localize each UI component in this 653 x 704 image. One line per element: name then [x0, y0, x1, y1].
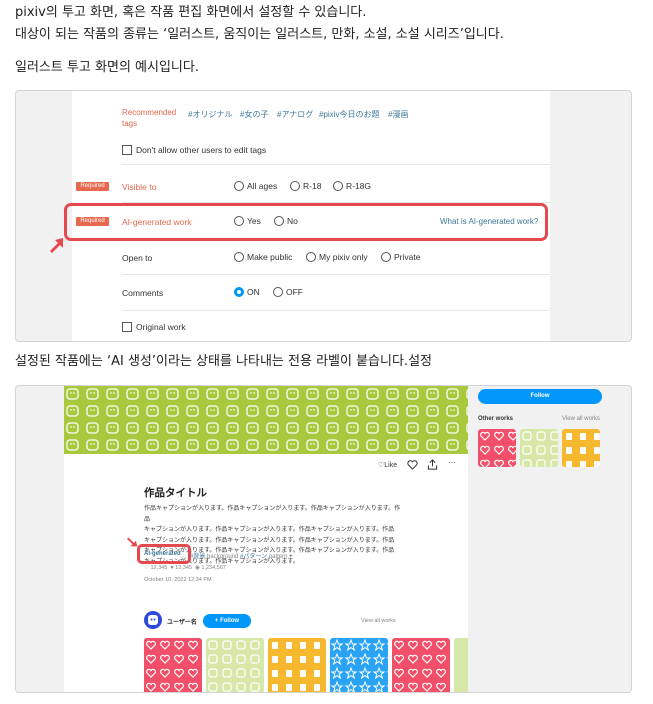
- upload-form-screenshot: Recommended tags #オリジナル #女の子 #アナログ #pixi…: [15, 90, 632, 342]
- comments-row: Comments ON OFF: [72, 275, 550, 311]
- radio-comments-off[interactable]: OFF: [273, 287, 303, 297]
- other-works-heading: Other works: [478, 416, 514, 422]
- view-count: 1,234,567: [201, 565, 226, 571]
- checkbox-box[interactable]: [122, 322, 132, 332]
- artwork-tags: #背景 background #パターン pattern +: [190, 554, 293, 560]
- checkbox-label: Don't allow other users to edit tags: [136, 145, 267, 155]
- example-caption: 일러스트 투고 화면의 예시입니다.: [15, 60, 199, 75]
- checkbox-box[interactable]: [122, 145, 132, 155]
- view-all-works-link[interactable]: View all works: [361, 618, 396, 624]
- pointer-arrow-icon: [127, 537, 138, 547]
- work-thumbnail[interactable]: [454, 638, 468, 692]
- artwork-page-screenshot: ♡Like ··· 作品タイトル 作品キャプションが入ります。作品キャプションが…: [15, 385, 632, 693]
- intro-line-1: pixiv의 투고 화면, 혹은 작품 편집 화면에서 설정할 수 있습니다.: [15, 5, 367, 20]
- share-icon[interactable]: [427, 459, 438, 470]
- radio-private[interactable]: Private: [381, 252, 420, 262]
- pattern-art: [64, 386, 468, 454]
- comments-label: Comments: [122, 288, 164, 298]
- more-menu-button[interactable]: ···: [448, 458, 456, 467]
- work-thumbnail[interactable]: [268, 638, 326, 692]
- tag-link[interactable]: #パターン: [240, 554, 267, 560]
- tag-chip[interactable]: #pixiv今日のお題: [319, 109, 379, 120]
- radio-r18g[interactable]: R-18G: [333, 181, 371, 191]
- radio-my-pixiv-only[interactable]: My pixiv only: [306, 252, 368, 262]
- radio-r18[interactable]: R-18: [290, 181, 321, 191]
- other-work-thumbnail[interactable]: [478, 429, 516, 467]
- other-work-thumbnail[interactable]: [520, 429, 558, 467]
- intro-line-2: 대상이 되는 작품의 종류는 ‘일러스트, 움직이는 일러스트, 만화, 소설,…: [15, 27, 504, 42]
- heart-icon[interactable]: [407, 459, 418, 470]
- required-badge: Required: [76, 182, 109, 191]
- original-work-checkbox[interactable]: Original work: [122, 322, 186, 332]
- follow-button[interactable]: + Follow: [203, 614, 251, 628]
- sidebar-follow-button[interactable]: Follow: [478, 389, 602, 404]
- highlight-box: [64, 203, 548, 241]
- other-work-thumbnail[interactable]: [562, 429, 600, 467]
- checkbox-label: Original work: [136, 322, 186, 332]
- sidebar-view-all-link[interactable]: View all works: [562, 416, 600, 422]
- recommended-label: Recommended: [122, 108, 177, 117]
- post-date: October 10, 2022 12:34 PM: [144, 577, 212, 583]
- highlight-box: [137, 544, 191, 564]
- tag-link[interactable]: #背景: [190, 554, 205, 560]
- recommended-label-2: tags: [122, 119, 138, 128]
- recommended-tags-row: Recommended tags #オリジナル #女の子 #アナログ #pixi…: [72, 91, 550, 129]
- visible-to-label: Visible to: [122, 182, 157, 192]
- open-to-label: Open to: [122, 253, 153, 263]
- tag-chip[interactable]: #アナログ: [277, 109, 313, 120]
- label-caption: 설정된 작품에는 ‘AI 생성’이라는 상태를 나타내는 전용 라벨이 붙습니다…: [15, 354, 432, 369]
- tag-chip[interactable]: #オリジナル: [188, 109, 232, 120]
- radio-all-ages[interactable]: All ages: [234, 181, 277, 191]
- avatar[interactable]: [144, 611, 162, 629]
- like-count: 12,345: [150, 565, 168, 571]
- open-to-row: Open to Make public My pixiv only Privat…: [72, 241, 550, 275]
- work-thumbnail[interactable]: [144, 638, 202, 692]
- work-thumbnail[interactable]: [206, 638, 264, 692]
- tag-chip[interactable]: #女の子: [240, 109, 268, 120]
- visible-to-row: Required Visible to All ages R-18 R-18G: [72, 165, 550, 203]
- bookmark-count: 12,345: [175, 565, 192, 571]
- pointer-arrow-icon: [50, 238, 63, 253]
- artwork-stats: ♡ 12,345 ♥ 12,345 ◉ 1,234,567: [144, 565, 226, 571]
- artwork-page: ♡Like ··· 作品タイトル 作品キャプションが入ります。作品キャプションが…: [64, 386, 468, 692]
- like-button[interactable]: ♡Like: [378, 461, 397, 469]
- radio-make-public[interactable]: Make public: [234, 252, 292, 262]
- edit-tags-row: Don't allow other users to edit tags: [72, 129, 550, 165]
- author-sidebar: Follow Other works View all works: [468, 386, 631, 692]
- original-work-row: Original work: [72, 311, 550, 341]
- artwork-title: 作品タイトル: [144, 487, 207, 499]
- work-thumbnail[interactable]: [330, 638, 388, 692]
- no-edit-tags-checkbox[interactable]: Don't allow other users to edit tags: [122, 145, 266, 155]
- tag-chip[interactable]: #漫画: [388, 109, 408, 120]
- user-name[interactable]: ユーザー名: [167, 617, 197, 626]
- radio-comments-on[interactable]: ON: [234, 287, 260, 297]
- add-tag-button[interactable]: +: [289, 554, 293, 560]
- artwork-image[interactable]: [64, 386, 468, 454]
- work-thumbnail[interactable]: [392, 638, 450, 692]
